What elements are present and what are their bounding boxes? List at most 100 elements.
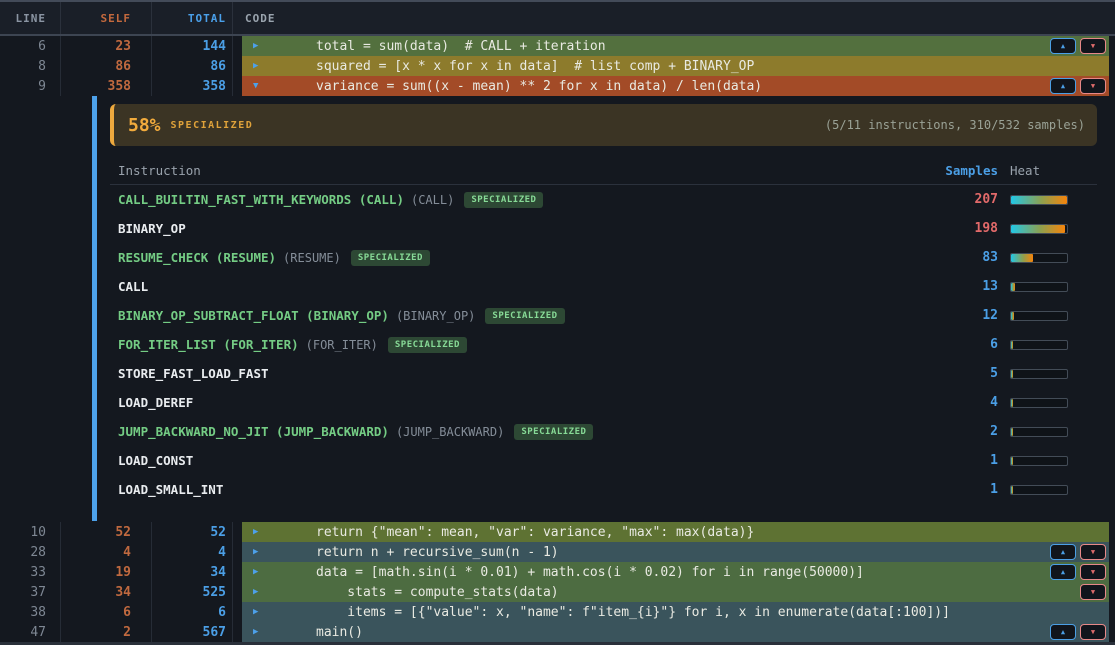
expand-arrow-icon[interactable]: ▶: [253, 56, 258, 76]
total-sample-count: 567: [152, 622, 233, 642]
instruction-table-header: Instruction Samples Heat: [110, 156, 1097, 185]
expand-arrow-icon[interactable]: ▶: [253, 522, 258, 542]
jump-buttons: ▲▼: [1050, 76, 1106, 96]
heat-bar-cell: [1010, 195, 1097, 205]
instruction-name-cell: FOR_ITER_LIST (FOR_ITER) (FOR_ITER) SPEC…: [110, 337, 888, 353]
self-sample-count: 23: [61, 36, 152, 56]
heat-bar-fill: [1011, 196, 1067, 204]
jump-to-next-button[interactable]: ▼: [1080, 544, 1106, 560]
instruction-base-name: (BINARY_OP): [396, 309, 475, 323]
self-sample-count: 34: [61, 582, 152, 602]
instruction-base-name: (CALL): [411, 193, 454, 207]
self-sample-count: 86: [61, 56, 152, 76]
specialized-badge: SPECIALIZED: [514, 424, 593, 440]
expand-arrow-icon[interactable]: ▶: [253, 36, 258, 56]
total-sample-count: 525: [152, 582, 233, 602]
instruction-name-cell: BINARY_OP_SUBTRACT_FLOAT (BINARY_OP) (BI…: [110, 308, 888, 324]
heat-bar-fill: [1011, 486, 1013, 494]
instruction-name-cell: CALL: [110, 279, 888, 294]
code-line-row: 37 34 525 ▶ stats = compute_stats(data) …: [0, 582, 1115, 602]
line-number: 28: [0, 542, 61, 562]
code-heat-cell[interactable]: ▶ return n + recursive_sum(n - 1) ▲▼: [242, 542, 1109, 562]
code-line-row: 33 19 34 ▶ data = [math.sin(i * 0.01) + …: [0, 562, 1115, 582]
heat-bar-track: [1010, 195, 1068, 205]
code-heat-cell[interactable]: ▼ variance = sum((x - mean) ** 2 for x i…: [242, 76, 1109, 96]
instruction-rows: CALL_BUILTIN_FAST_WITH_KEYWORDS (CALL) (…: [110, 185, 1097, 504]
self-sample-count: 358: [61, 76, 152, 96]
specialized-badge: SPECIALIZED: [485, 308, 564, 324]
self-sample-count: 2: [61, 622, 152, 642]
expand-arrow-icon[interactable]: ▶: [253, 542, 258, 562]
instruction-row: BINARY_OP_SUBTRACT_FLOAT (BINARY_OP) (BI…: [110, 301, 1097, 330]
heat-bar-cell: [1010, 253, 1097, 263]
total-sample-count: 144: [152, 36, 233, 56]
code-heat-cell[interactable]: ▶ total = sum(data) # CALL + iteration ▲…: [242, 36, 1109, 56]
heat-bar-cell: [1010, 282, 1097, 292]
code-heat-cell[interactable]: ▶ return {"mean": mean, "var": variance,…: [242, 522, 1109, 542]
code-heat-cell[interactable]: ▶ main() ▲▼: [242, 622, 1109, 642]
jump-to-next-button[interactable]: ▼: [1080, 584, 1106, 600]
instruction-name: RESUME_CHECK (RESUME): [118, 250, 276, 265]
samples-column-header: Samples: [888, 163, 998, 178]
instruction-row: STORE_FAST_LOAD_FAST 5: [110, 359, 1097, 388]
heat-bar-track: [1010, 398, 1068, 408]
jump-to-next-button[interactable]: ▼: [1080, 564, 1106, 580]
expand-arrow-icon[interactable]: ▶: [253, 582, 258, 602]
heat-bar-track: [1010, 253, 1068, 263]
instruction-sample-count: 4: [888, 395, 998, 410]
expand-arrow-icon[interactable]: ▶: [253, 562, 258, 582]
specialized-badge: SPECIALIZED: [464, 192, 543, 208]
instruction-base-name: (JUMP_BACKWARD): [396, 425, 504, 439]
jump-buttons: ▲▼: [1050, 542, 1106, 562]
specialized-percent-label: SPECIALIZED: [171, 120, 254, 131]
code-heat-cell[interactable]: ▶ data = [math.sin(i * 0.01) + math.cos(…: [242, 562, 1109, 582]
jump-to-prev-button[interactable]: ▲: [1050, 624, 1076, 640]
heat-bar-track: [1010, 485, 1068, 495]
heat-bar-fill: [1011, 399, 1013, 407]
instruction-name-cell: JUMP_BACKWARD_NO_JIT (JUMP_BACKWARD) (JU…: [110, 424, 888, 440]
line-number: 8: [0, 56, 61, 76]
code-heat-cell[interactable]: ▶ stats = compute_stats(data) ▼: [242, 582, 1109, 602]
heat-bar-cell: [1010, 340, 1097, 350]
instruction-sample-count: 13: [888, 279, 998, 294]
code-heat-cell[interactable]: ▶ items = [{"value": x, "name": f"item_{…: [242, 602, 1109, 622]
line-number: 38: [0, 602, 61, 622]
jump-to-next-button[interactable]: ▼: [1080, 78, 1106, 94]
code-text: stats = compute_stats(data): [316, 582, 559, 602]
instruction-name: BINARY_OP_SUBTRACT_FLOAT (BINARY_OP): [118, 308, 389, 323]
collapse-arrow-icon[interactable]: ▼: [253, 76, 258, 96]
jump-to-next-button[interactable]: ▼: [1080, 624, 1106, 640]
heat-bar-fill: [1011, 370, 1013, 378]
instruction-sample-count: 198: [888, 221, 998, 236]
expand-arrow-icon[interactable]: ▶: [253, 622, 258, 642]
instruction-name-cell: CALL_BUILTIN_FAST_WITH_KEYWORDS (CALL) (…: [110, 192, 888, 208]
jump-to-prev-button[interactable]: ▲: [1050, 544, 1076, 560]
instruction-name: FOR_ITER_LIST (FOR_ITER): [118, 337, 299, 352]
specialized-badge: SPECIALIZED: [351, 250, 430, 266]
instruction-column-header: Instruction: [110, 163, 888, 178]
line-number: 33: [0, 562, 61, 582]
instruction-name: JUMP_BACKWARD_NO_JIT (JUMP_BACKWARD): [118, 424, 389, 439]
specialized-badge: SPECIALIZED: [388, 337, 467, 353]
instruction-sample-count: 6: [888, 337, 998, 352]
heat-bar-cell: [1010, 456, 1097, 466]
jump-to-prev-button[interactable]: ▲: [1050, 78, 1076, 94]
heat-bar-fill: [1011, 457, 1013, 465]
jump-buttons: ▲▼: [1050, 36, 1106, 56]
line-number: 10: [0, 522, 61, 542]
expand-arrow-icon[interactable]: ▶: [253, 602, 258, 622]
heat-bar-cell: [1010, 485, 1097, 495]
code-line-row: 47 2 567 ▶ main() ▲▼: [0, 622, 1115, 642]
heat-bar-fill: [1011, 225, 1065, 233]
jump-to-next-button[interactable]: ▼: [1080, 38, 1106, 54]
total-sample-count: 6: [152, 602, 233, 622]
code-text: return n + recursive_sum(n - 1): [316, 542, 559, 562]
instruction-base-name: (RESUME): [283, 251, 341, 265]
code-heat-cell[interactable]: ▶ squared = [x * x for x in data] # list…: [242, 56, 1109, 76]
total-sample-count: 34: [152, 562, 233, 582]
jump-to-prev-button[interactable]: ▲: [1050, 38, 1076, 54]
jump-to-prev-button[interactable]: ▲: [1050, 564, 1076, 580]
instruction-name-cell: LOAD_SMALL_INT: [110, 482, 888, 497]
instruction-table: Instruction Samples Heat CALL_BUILTIN_FA…: [110, 156, 1097, 504]
instruction-name-cell: LOAD_DEREF: [110, 395, 888, 410]
